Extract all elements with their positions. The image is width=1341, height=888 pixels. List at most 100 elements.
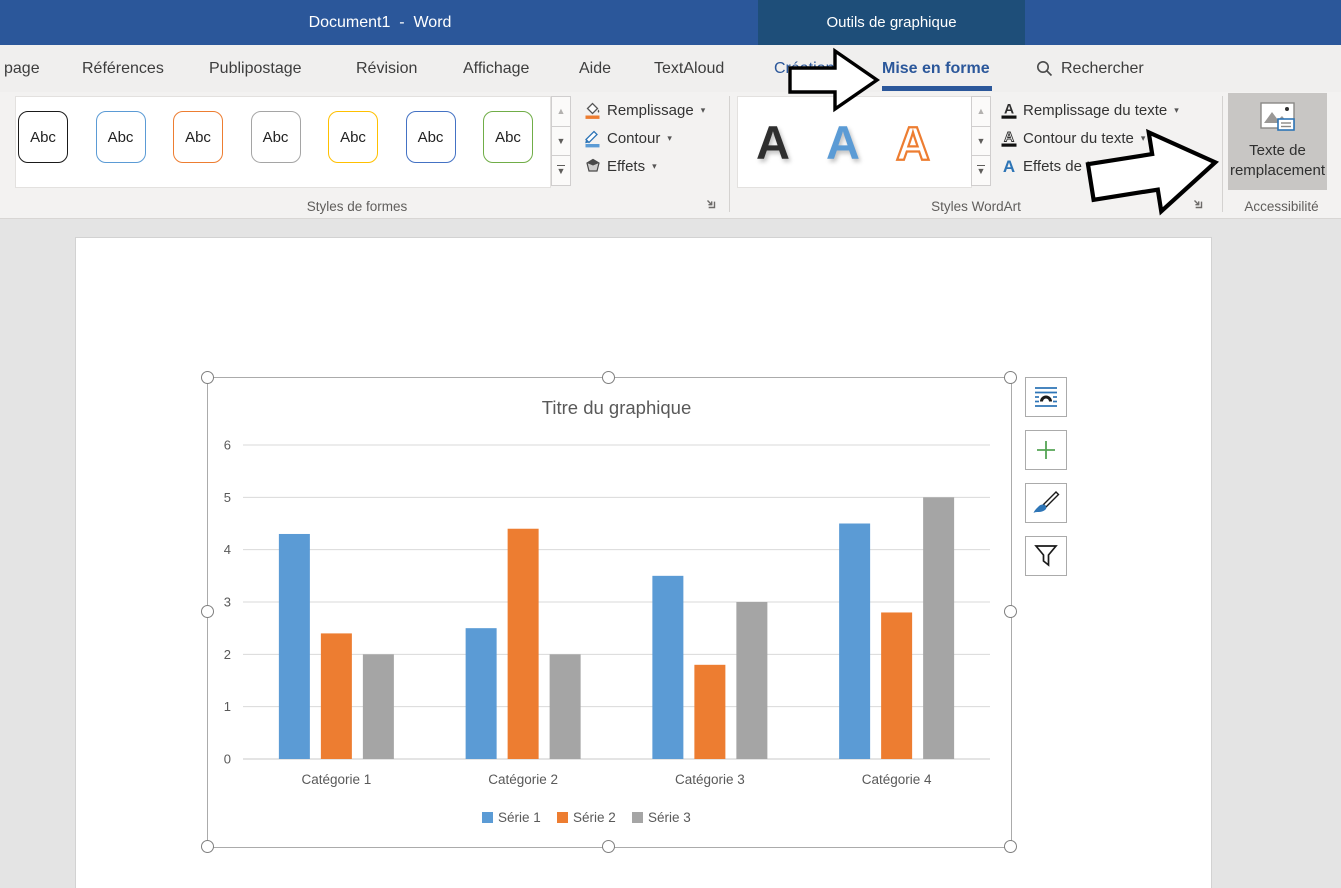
document-title: Document1 - Word [0, 0, 760, 45]
chart-styles-button[interactable] [1025, 483, 1067, 523]
shape-style-thumbnail[interactable]: Abc [173, 111, 223, 163]
bar-série-1[interactable] [652, 576, 683, 759]
outline-pencil-icon [583, 129, 602, 148]
search-box[interactable]: Rechercher [1036, 45, 1144, 92]
title-bar: Document1 - Word Outils de graphique [0, 0, 1341, 45]
dropdown-caret-icon: ▾ [701, 105, 706, 116]
y-axis-tick-label: 0 [224, 752, 231, 767]
svg-text:A: A [1004, 129, 1014, 145]
bar-série-1[interactable] [839, 524, 870, 760]
shape-style-thumbnail[interactable]: Abc [328, 111, 378, 163]
gallery-scroll-down-icon[interactable]: ▼ [551, 127, 571, 157]
y-axis-tick-label: 5 [224, 490, 231, 505]
bar-série-3[interactable] [363, 654, 394, 759]
legend-swatch [557, 812, 568, 823]
alt-text-button-label-line2: remplacement [1230, 161, 1325, 181]
shape-effects-icon [583, 157, 602, 176]
gallery-scroll-up-icon[interactable]: ▲ [971, 96, 991, 127]
contextual-tab-group-label: Outils de graphique [758, 0, 1025, 45]
wordart-style-thumbnail[interactable]: A [808, 107, 878, 177]
group-label-accessibility: Accessibilité [1222, 199, 1341, 214]
legend-label: Série 1 [498, 810, 541, 825]
wordart-gallery-scroll: ▲ ▼ ▼ [971, 96, 991, 186]
shape-effects-label: Effets [607, 158, 645, 175]
annotation-arrow-mise-en-forme [786, 46, 882, 114]
x-axis-category-label: Catégorie 2 [488, 772, 558, 787]
bar-série-1[interactable] [466, 628, 497, 759]
y-axis-tick-label: 2 [224, 647, 231, 662]
shape-outline-label: Contour [607, 130, 660, 147]
bar-série-3[interactable] [736, 602, 767, 759]
word-window: Document1 - Word Outils de graphique pag… [0, 0, 1341, 888]
legend-label: Série 2 [573, 810, 616, 825]
chart-elements-plus-icon [1034, 438, 1058, 462]
shape-style-thumbnail[interactable]: Abc [251, 111, 301, 163]
layout-options-button[interactable] [1025, 377, 1067, 417]
shape-gallery-scroll: ▲ ▼ ▼ [551, 96, 571, 186]
legend-swatch [482, 812, 493, 823]
y-axis-tick-label: 4 [224, 542, 231, 557]
search-label: Rechercher [1061, 60, 1144, 78]
text-effects-icon: A [1000, 157, 1018, 176]
tab-revision[interactable]: Révision [356, 45, 417, 92]
alt-text-button-label-line1: Texte de [1230, 141, 1325, 161]
text-fill-label: Remplissage du texte [1023, 102, 1167, 119]
search-icon [1036, 60, 1053, 77]
bar-série-2[interactable] [694, 665, 725, 759]
shape-style-thumbnail[interactable]: Abc [483, 111, 533, 163]
group-label-shape-styles: Styles de formes [15, 199, 699, 214]
alt-text-button[interactable]: Texte de remplacement [1228, 93, 1327, 190]
wordart-style-thumbnail[interactable]: A [738, 107, 808, 177]
fill-bucket-icon [583, 101, 602, 120]
bar-série-3[interactable] [550, 654, 581, 759]
shape-styles-dialog-launcher-icon[interactable] [704, 197, 718, 211]
chart-filters-funnel-icon [1033, 544, 1059, 568]
x-axis-category-label: Catégorie 4 [862, 772, 932, 787]
shape-fill-label: Remplissage [607, 102, 694, 119]
shape-outline-button[interactable]: Contour ▾ [583, 125, 672, 151]
shape-fill-button[interactable]: Remplissage ▾ [583, 97, 705, 123]
text-fill-icon: A [1000, 101, 1018, 120]
bar-série-2[interactable] [321, 633, 352, 759]
tab-aide[interactable]: Aide [579, 45, 611, 92]
svg-text:A: A [1003, 157, 1015, 176]
bar-série-2[interactable] [508, 529, 539, 759]
shape-style-thumbnail[interactable]: Abc [18, 111, 68, 163]
layout-options-icon [1033, 385, 1059, 409]
bar-série-3[interactable] [923, 497, 954, 759]
shape-style-thumbnail[interactable]: Abc [406, 111, 456, 163]
group-separator [729, 96, 730, 212]
tab-affichage[interactable]: Affichage [463, 45, 529, 92]
chart-title[interactable]: Titre du graphique [542, 397, 691, 418]
annotation-arrow-texte-remplacement [1082, 120, 1230, 224]
x-axis-category-label: Catégorie 3 [675, 772, 745, 787]
legend-swatch [632, 812, 643, 823]
legend-label: Série 3 [648, 810, 691, 825]
chart-filters-button[interactable] [1025, 536, 1067, 576]
tab-publipostage[interactable]: Publipostage [209, 45, 302, 92]
wordart-style-thumbnail[interactable]: A [878, 107, 948, 177]
gallery-scroll-up-icon[interactable]: ▲ [551, 96, 571, 127]
y-axis-tick-label: 1 [224, 699, 231, 714]
x-axis-category-label: Catégorie 1 [301, 772, 371, 787]
tab-mise-en-page[interactable]: page [4, 45, 40, 92]
dropdown-caret-icon: ▾ [667, 133, 672, 144]
bar-série-2[interactable] [881, 612, 912, 759]
text-outline-icon: A [1000, 129, 1018, 148]
shape-styles-gallery: Abc Abc Abc Abc Abc Abc Abc [15, 96, 551, 188]
gallery-more-icon[interactable]: ▼ [971, 156, 991, 186]
shape-effects-button[interactable]: Effets▾ [583, 153, 657, 179]
gallery-more-icon[interactable]: ▼ [551, 156, 571, 186]
gallery-scroll-down-icon[interactable]: ▼ [971, 127, 991, 157]
tab-references[interactable]: Références [82, 45, 164, 92]
tab-mise-en-forme[interactable]: Mise en forme [882, 45, 990, 92]
chart-styles-brush-icon [1032, 490, 1060, 516]
dropdown-caret-icon: ▾ [1174, 105, 1179, 116]
column-chart[interactable]: 0123456Titre du graphiqueCatégorie 1Caté… [207, 377, 1010, 847]
shape-style-thumbnail[interactable]: Abc [96, 111, 146, 163]
svg-text:A: A [1004, 101, 1014, 117]
y-axis-tick-label: 6 [224, 438, 231, 453]
chart-elements-button[interactable] [1025, 430, 1067, 470]
tab-textaloud[interactable]: TextAloud [654, 45, 724, 92]
bar-série-1[interactable] [279, 534, 310, 759]
